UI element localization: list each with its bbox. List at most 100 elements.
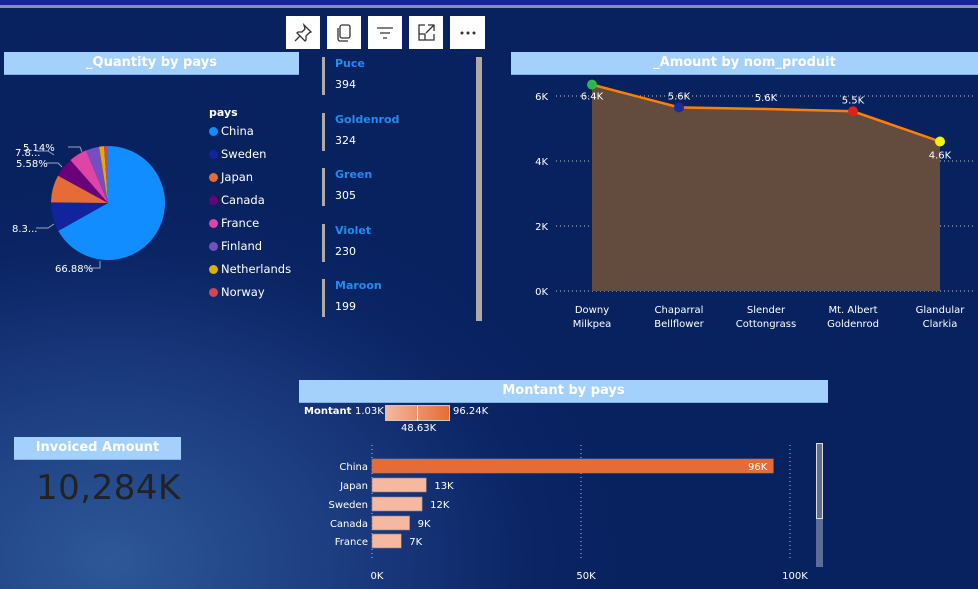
bar-china[interactable] <box>371 458 774 474</box>
legend-item-netherlands[interactable]: Netherlands <box>209 262 291 276</box>
kpi-value: 10,284K <box>36 468 181 508</box>
card-title: Violet <box>335 223 372 237</box>
x-tick-label: Slender <box>747 305 786 316</box>
data-label: 12K <box>430 500 450 511</box>
data-point[interactable] <box>848 106 858 117</box>
more-options-icon <box>460 31 475 34</box>
legend-item-canada[interactable]: Canada <box>209 193 265 207</box>
x-tick-label: 100K <box>782 571 808 582</box>
legend-item-finland[interactable]: Finland <box>209 239 262 253</box>
card-title: Goldenrod <box>335 112 400 126</box>
bar-legend-mid: 48.63K <box>401 423 437 434</box>
scrollbar-thumb[interactable] <box>816 443 823 519</box>
x-tick-label: Downy <box>575 305 609 316</box>
card-violet[interactable]: Violet 230 <box>322 223 485 262</box>
card-value: 324 <box>335 133 356 147</box>
data-label: 5.6K <box>755 93 778 104</box>
more-options-button[interactable] <box>450 16 485 49</box>
legend-item-japan[interactable]: Japan <box>209 170 253 184</box>
leader-line <box>46 162 63 168</box>
card-maroon[interactable]: Maroon 199 <box>322 279 485 317</box>
card-green[interactable]: Green 305 <box>322 168 485 206</box>
card-value: 394 <box>335 78 356 91</box>
top-divider <box>0 5 978 8</box>
area-fill <box>592 84 940 291</box>
legend-label: China <box>221 124 254 138</box>
legend-dot-icon <box>209 127 218 136</box>
data-label: 5.5K <box>842 95 865 106</box>
bar-canada[interactable] <box>371 515 410 531</box>
filter-button[interactable] <box>368 16 402 49</box>
card-goldenrod[interactable]: Goldenrod 324 <box>322 112 485 151</box>
x-tick-label: 0K <box>371 571 384 582</box>
bar-japan[interactable] <box>371 477 427 493</box>
focus-mode-icon <box>418 23 435 41</box>
x-tick-label: Chaparral <box>655 305 704 316</box>
leader-line <box>36 223 55 229</box>
pie-chart-title: _Quantity by pays <box>4 52 299 75</box>
card-value: 199 <box>335 300 356 313</box>
bar-france[interactable] <box>371 533 402 549</box>
legend-label: Netherlands <box>221 262 292 276</box>
focus-mode-button[interactable] <box>409 16 443 49</box>
legend-item-norway[interactable]: Norway <box>209 285 265 299</box>
card-value: 230 <box>335 244 356 258</box>
leader-line <box>68 146 83 153</box>
filter-icon <box>377 26 393 39</box>
legend-label: Finland <box>221 239 263 253</box>
data-label: 5.6K <box>668 91 691 102</box>
pie-data-label: 5.58% <box>16 159 48 170</box>
area-chart[interactable]: 0K 2K 4K 6K 6.4K Downy Milkpea 5.6K Chaparral Bel… <box>511 76 978 336</box>
pie-chart[interactable]: 66.88%8.3...7.8...5.58%5.14% <box>0 120 210 290</box>
card-title: Maroon <box>335 279 382 292</box>
data-label: 96K <box>748 462 768 473</box>
y-tick-label: China <box>339 462 368 473</box>
bar-legend-mid-marker <box>417 406 418 421</box>
x-tick-label: Milkpea <box>573 319 612 330</box>
bar-chart[interactable]: 0K 50K 100K China 96K Japan 13K Sweden 12K Canada… <box>300 440 810 589</box>
kpi-title: Invoiced Amount <box>14 437 181 460</box>
x-tick-label: Glandular <box>916 305 966 316</box>
legend-dot-icon <box>209 196 218 205</box>
data-point[interactable] <box>674 102 684 113</box>
data-label: 13K <box>434 481 454 492</box>
legend-label: Norway <box>221 285 265 299</box>
pin-button[interactable] <box>286 16 320 49</box>
x-tick-label: Bellflower <box>654 319 704 330</box>
legend-title: pays <box>209 106 238 119</box>
cards-scrollbar[interactable] <box>476 57 482 321</box>
y-tick-label: Canada <box>330 519 368 530</box>
data-label: 4.6K <box>929 151 952 162</box>
bar-chart-title: Montant by pays <box>299 380 828 403</box>
y-tick-label: 6K <box>535 92 548 103</box>
x-tick-label: Cottongrass <box>736 319 796 330</box>
x-tick-label: 50K <box>576 571 596 582</box>
pie-data-label: 8.3... <box>12 224 37 235</box>
legend-dot-icon <box>209 288 218 297</box>
legend-dot-icon <box>209 219 218 228</box>
pie-data-label: 66.88% <box>55 264 93 275</box>
legend-item-china[interactable]: China <box>209 124 254 138</box>
bar-legend-gradient <box>385 405 450 421</box>
y-tick-label: 0K <box>535 287 548 298</box>
legend-dot-icon <box>209 173 218 182</box>
legend-dot-icon <box>209 265 218 274</box>
data-point[interactable] <box>935 136 945 147</box>
legend-item-france[interactable]: France <box>209 216 259 230</box>
legend-dot-icon <box>209 242 218 251</box>
legend-item-sweden[interactable]: Sweden <box>209 147 266 161</box>
data-label: 6.4K <box>581 92 604 103</box>
legend-label: Sweden <box>221 147 267 161</box>
copy-button[interactable] <box>327 16 361 49</box>
bar-legend-max: 96.24K <box>453 406 489 417</box>
bar-legend-title: Montant <box>304 406 352 417</box>
x-tick-label: Clarkia <box>923 319 958 330</box>
data-point[interactable] <box>587 79 597 90</box>
card-title: Green <box>335 168 373 181</box>
y-tick-label: 4K <box>535 157 548 168</box>
bar-sweden[interactable] <box>371 496 423 512</box>
x-tick-label: Mt. Albert <box>828 305 877 316</box>
y-tick-label: France <box>335 537 368 548</box>
bar-chart-scrollbar[interactable] <box>816 443 823 567</box>
card-puce[interactable]: Puce 394 <box>322 57 485 95</box>
